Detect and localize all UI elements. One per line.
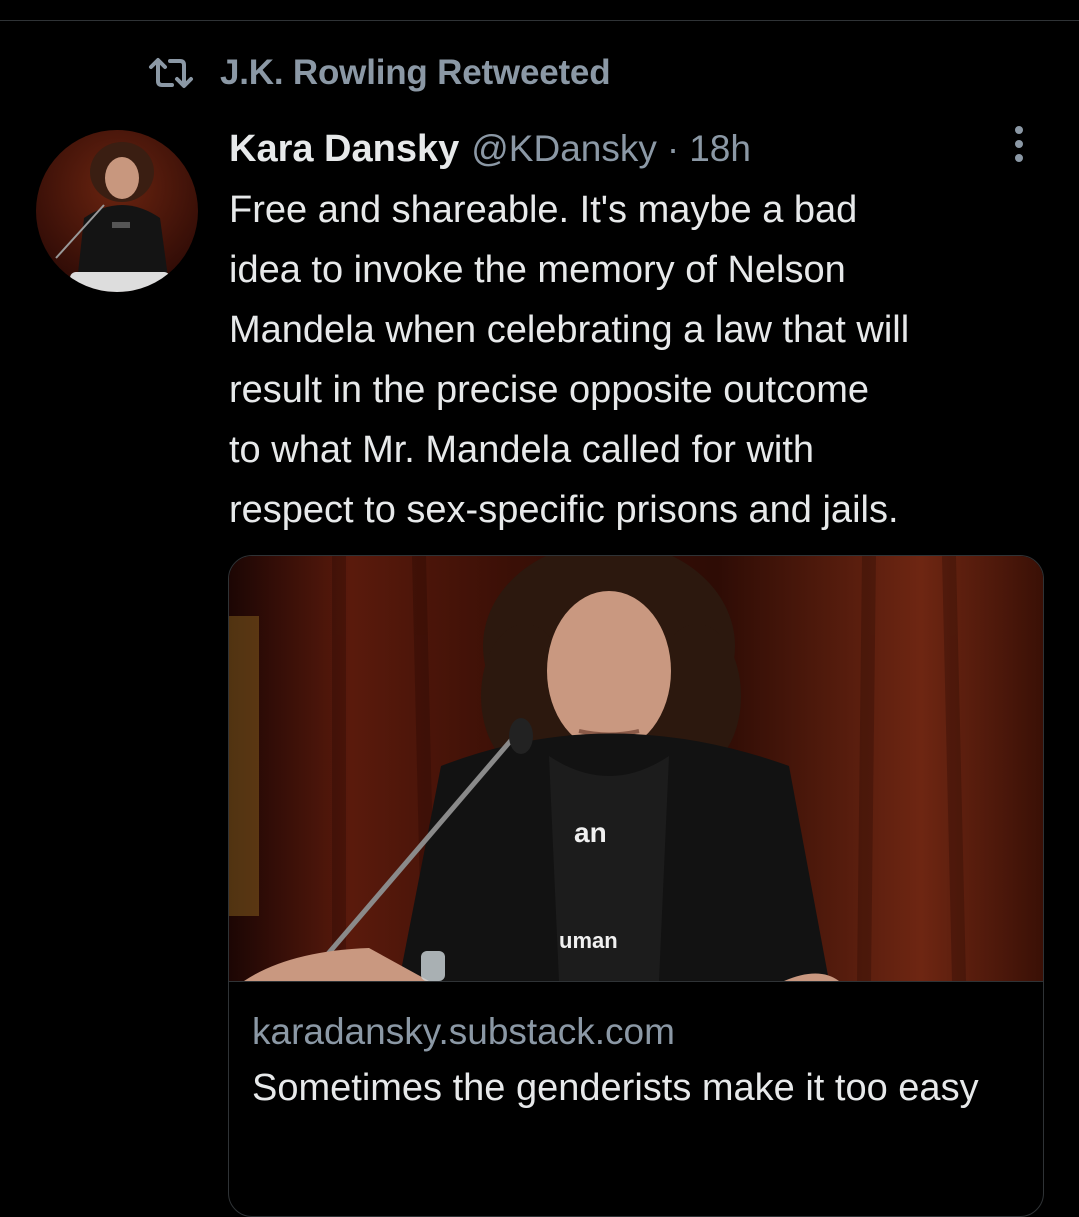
shirt-text-top: an xyxy=(574,817,607,848)
tweet-header: Kara Dansky @KDansky · 18h xyxy=(229,124,751,174)
retweet-label: J.K. Rowling Retweeted xyxy=(220,53,611,92)
shirt-text-bottom: uman xyxy=(559,928,618,953)
retweet-icon xyxy=(146,55,196,91)
author-handle[interactable]: @KDansky xyxy=(471,128,657,170)
card-title: Sometimes the genderists make it too eas… xyxy=(252,1067,979,1109)
top-divider xyxy=(0,20,1079,21)
card-image: an uman xyxy=(229,556,1043,982)
more-options-button[interactable] xyxy=(1004,124,1034,168)
retweet-context[interactable]: J.K. Rowling Retweeted xyxy=(146,50,611,96)
link-preview-card[interactable]: an uman karadansky.substack.com Sometime… xyxy=(228,555,1044,1217)
avatar[interactable] xyxy=(36,130,198,292)
tweet-text: Free and shareable. It's maybe a bad ide… xyxy=(229,189,910,531)
card-domain: karadansky.substack.com xyxy=(252,1011,675,1052)
more-vertical-icon xyxy=(1013,124,1025,169)
tweet-timestamp[interactable]: 18h xyxy=(689,128,751,170)
author-name[interactable]: Kara Dansky xyxy=(229,128,459,171)
separator-dot: · xyxy=(666,128,680,169)
